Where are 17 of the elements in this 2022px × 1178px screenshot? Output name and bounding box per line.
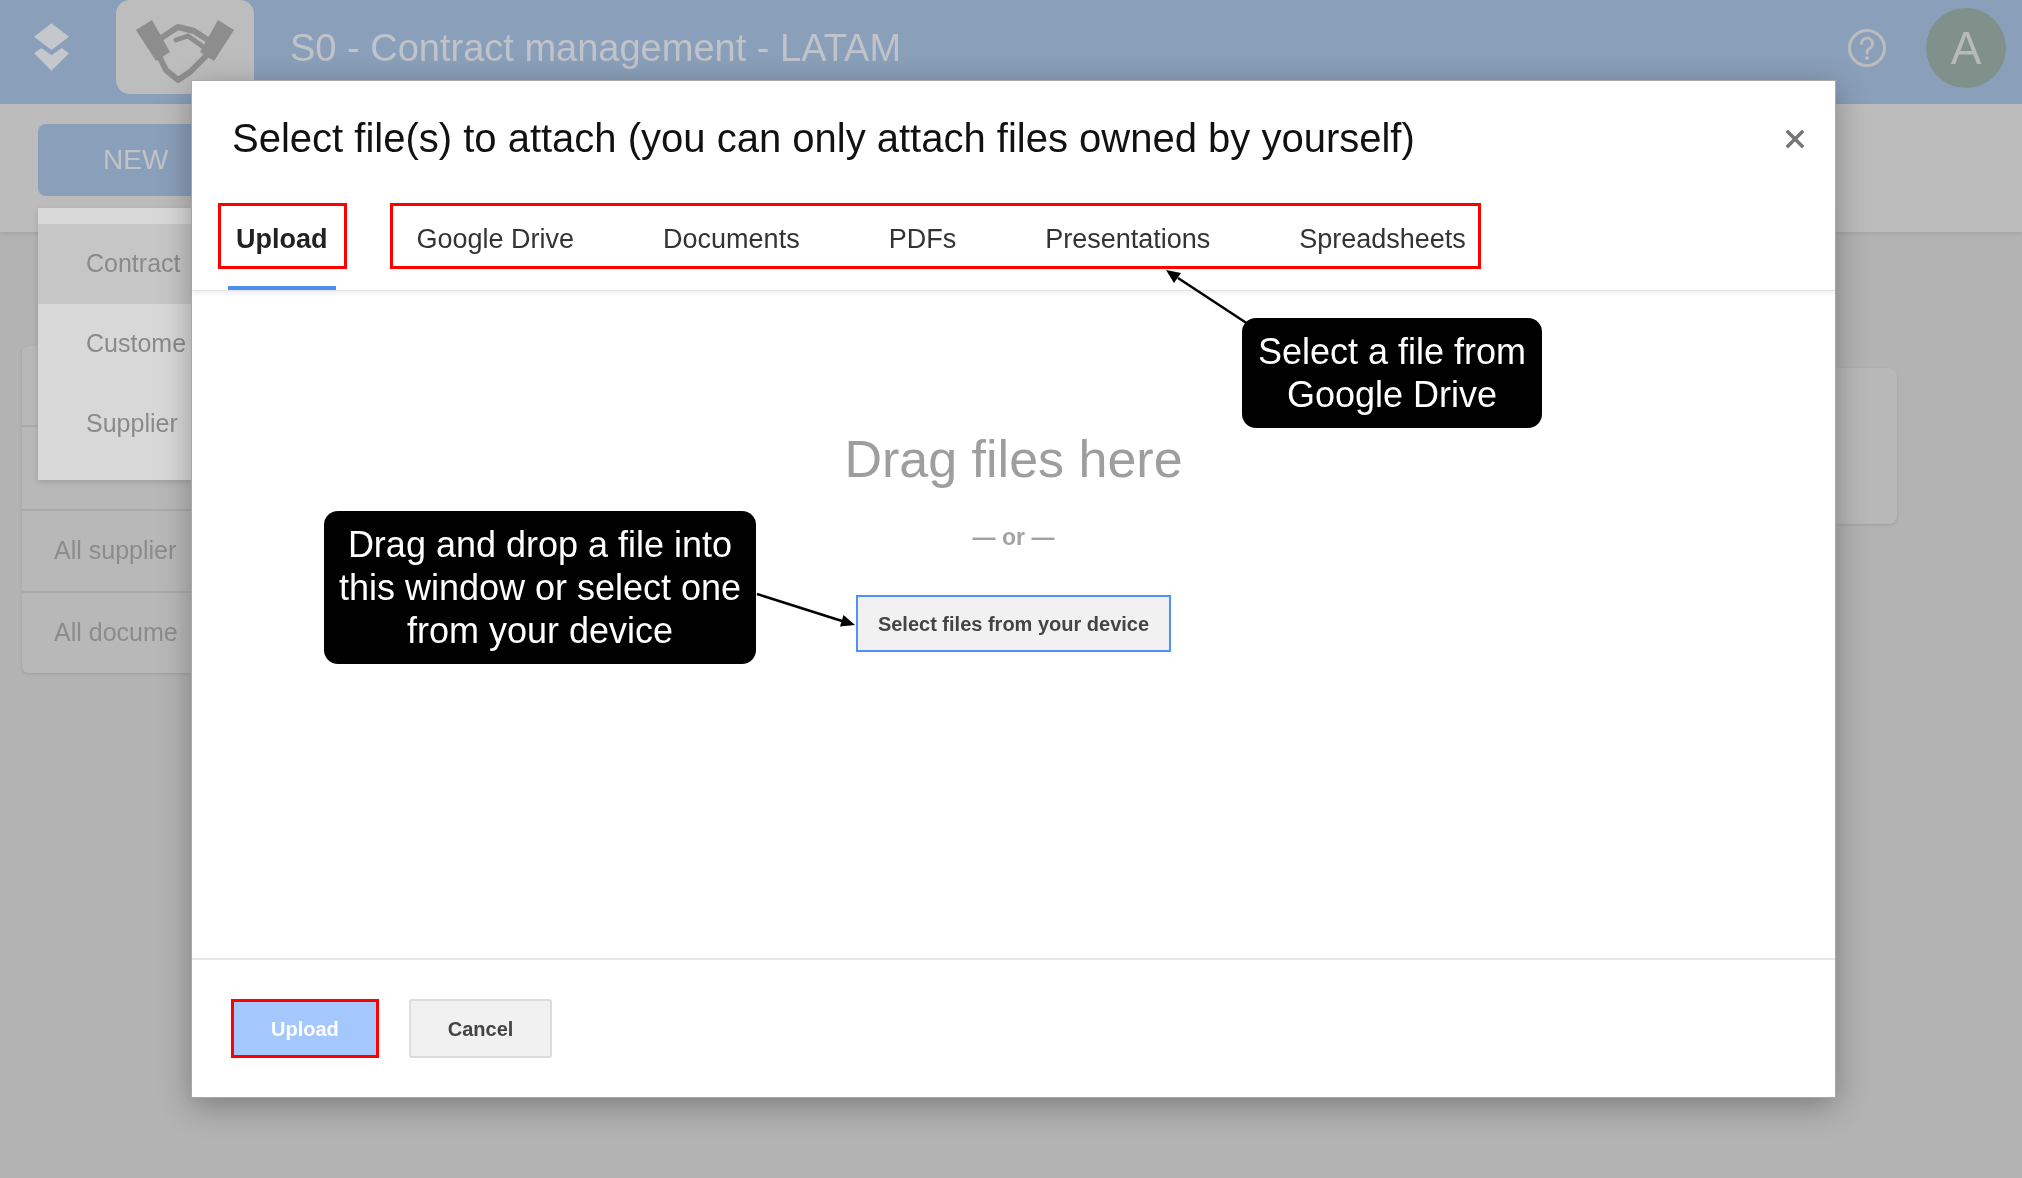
dialog-title: Select file(s) to attach (you can only attach files owned by yourself) (232, 115, 1415, 162)
cancel-button[interactable]: Cancel (408, 999, 553, 1058)
tab[interactable]: Spreadsheets (1291, 207, 1474, 290)
layers-icon[interactable] (34, 23, 69, 73)
help-icon[interactable] (1847, 28, 1887, 68)
callout: Drag and drop a file into this window or select one from your device (324, 511, 756, 664)
or-separator: — or — (972, 523, 1055, 552)
handshake-icon (116, 0, 254, 94)
drop-zone-heading: Drag files here (844, 429, 1183, 489)
tab[interactable]: Upload (228, 207, 336, 290)
tab[interactable]: Presentations (1037, 207, 1219, 290)
tab[interactable]: Google Drive (408, 207, 583, 290)
tab[interactable]: Documents (655, 207, 808, 290)
tab[interactable]: PDFs (880, 207, 965, 290)
select-files-button[interactable]: Select files from your device (855, 595, 1172, 652)
close-icon[interactable] (1786, 130, 1804, 148)
callout: Select a file from Google Drive (1242, 318, 1542, 428)
